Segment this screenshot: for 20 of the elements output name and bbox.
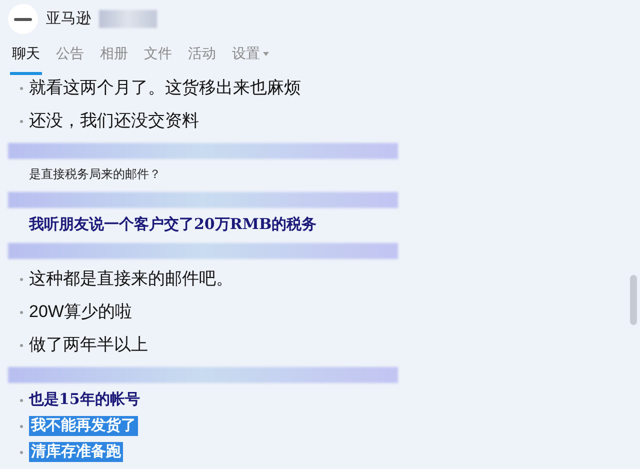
chat-message: 我听朋友说一个客户交了20万RMB的税务 (29, 215, 317, 235)
chat-message: 也是15年的帐号 (29, 390, 140, 410)
group-title: 亚马逊 (46, 8, 91, 29)
tab[interactable]: 聊天 (10, 43, 42, 75)
tab[interactable]: 活动 (186, 43, 218, 75)
chat-message: 是直接税务局来的邮件？ (29, 167, 161, 183)
chat-message: 还没，我们还没交资料 (29, 110, 199, 132)
chat-message: 做了两年半以上 (29, 334, 148, 356)
chat-message: 我不能再发货了 (29, 416, 138, 436)
chat-message: 就看这两个月了。这货移出来也麻烦 (29, 77, 301, 100)
tab[interactable]: 相册 (98, 43, 130, 75)
chat-message: 20W算少的啦 (29, 301, 132, 324)
group-avatar (8, 4, 38, 34)
scrollbar-thumb[interactable] (630, 275, 637, 325)
chat-message: 清库存准备跑 (29, 442, 123, 462)
redacted-bar (99, 10, 157, 28)
tab[interactable]: 公告 (54, 43, 86, 75)
tab[interactable]: 文件 (142, 43, 174, 75)
chat-message: 这种都是直接来的邮件吧。 (29, 268, 233, 290)
tab[interactable]: 设置 (230, 43, 271, 75)
